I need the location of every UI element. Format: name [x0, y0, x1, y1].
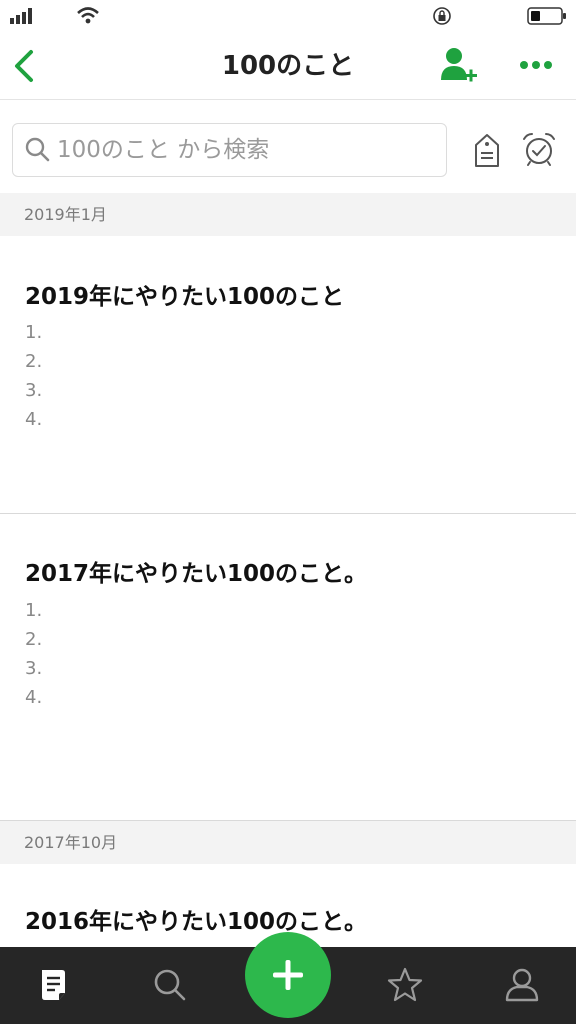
note-line: 3. [25, 658, 43, 679]
search-icon [25, 137, 50, 162]
orientation-lock-icon [433, 7, 451, 25]
add-person-icon [441, 48, 477, 82]
alarm-button[interactable] [521, 131, 557, 167]
tab-account[interactable] [502, 965, 542, 1005]
more-dots-icon [520, 61, 552, 69]
navigation-bar: 100のこと [0, 34, 576, 100]
search-input[interactable] [57, 130, 437, 170]
tag-icon [475, 134, 499, 167]
tab-shortcuts[interactable] [385, 965, 425, 1005]
add-icon [273, 960, 303, 990]
section-date: 2017年10月 [24, 833, 118, 852]
add-note-button[interactable] [245, 932, 331, 1018]
add-person-button[interactable] [438, 44, 480, 86]
signal-icon [10, 8, 32, 24]
notes-icon [42, 970, 65, 1000]
section-header: 2019年1月 [0, 193, 576, 236]
search-box[interactable] [12, 123, 447, 177]
back-button[interactable] [8, 46, 42, 86]
battery-icon [527, 7, 566, 25]
alarm-clock-icon [523, 133, 555, 166]
note-line: 2. [25, 351, 43, 372]
note-title: 2016年にやりたい100のこと。 [25, 909, 368, 935]
section-header: 2017年10月 [0, 821, 576, 864]
note-line: 1. [25, 600, 43, 621]
search-row [0, 100, 576, 193]
tab-search[interactable] [150, 965, 190, 1005]
note-card[interactable]: 2017年にやりたい100のこと。 1. 2. 3. 4. [0, 514, 576, 820]
more-button[interactable] [516, 48, 556, 82]
note-line: 3. [25, 380, 43, 401]
note-title: 2017年にやりたい100のこと。 [25, 561, 368, 587]
note-title: 2019年にやりたい100のこと [25, 284, 345, 310]
note-line: 4. [25, 687, 43, 708]
note-line: 4. [25, 409, 43, 430]
page-title: 100のこと [221, 51, 355, 81]
note-line: 1. [25, 322, 43, 343]
note-line: 2. [25, 629, 43, 650]
search-icon [154, 969, 186, 1001]
wifi-icon [77, 7, 99, 24]
status-bar [0, 0, 576, 34]
star-icon [387, 967, 423, 1002]
section-date: 2019年1月 [24, 205, 107, 224]
note-card[interactable]: 2019年にやりたい100のこと 1. 2. 3. 4. [0, 236, 576, 513]
chevron-left-icon [15, 50, 33, 82]
tab-notes[interactable] [34, 965, 74, 1005]
tag-button[interactable] [472, 133, 502, 169]
person-icon [505, 968, 539, 1002]
